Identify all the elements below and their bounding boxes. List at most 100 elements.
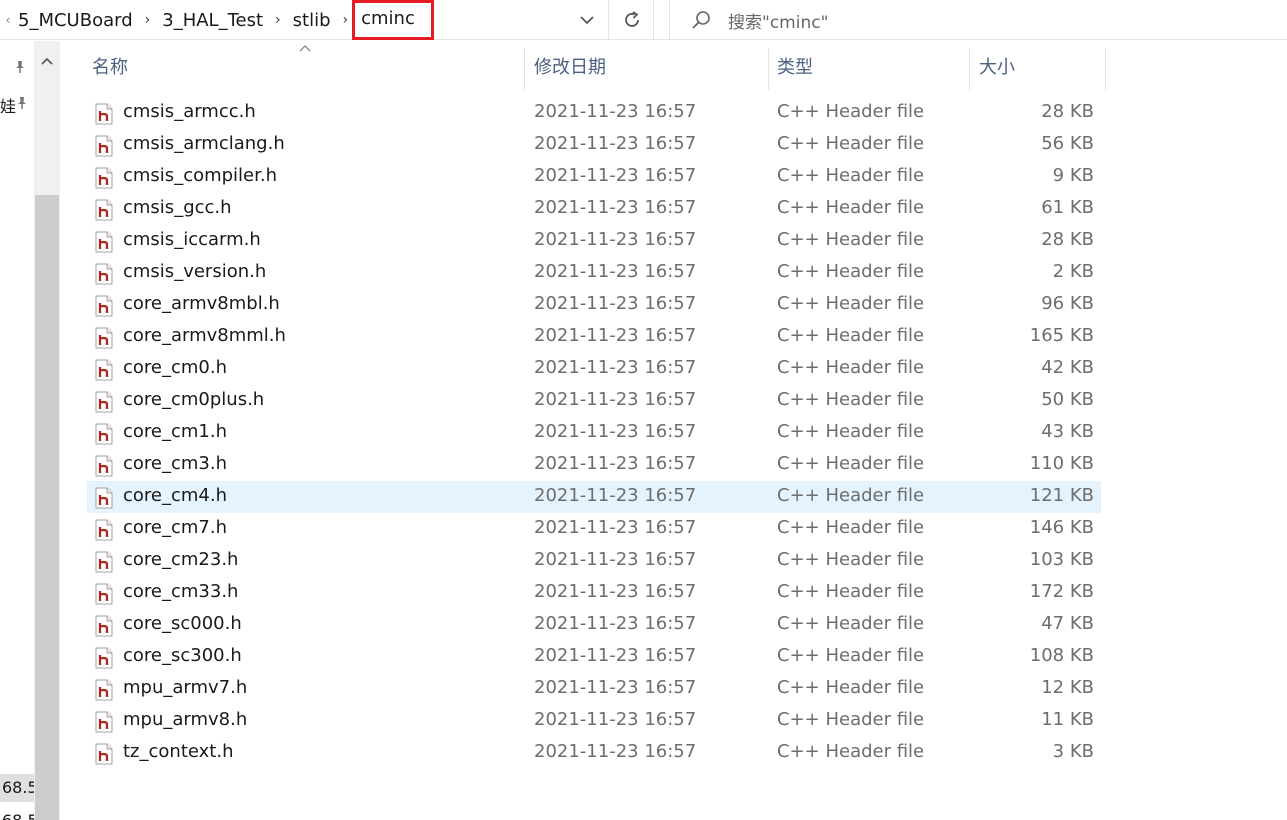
file-row[interactable]: core_cm7.h 2021-11-23 16:57 C++ Header f… [87, 513, 1101, 545]
file-row[interactable]: core_cm3.h 2021-11-23 16:57 C++ Header f… [87, 449, 1101, 481]
file-modified-date: 2021-11-23 16:57 [534, 549, 697, 570]
chevron-right-icon[interactable]: › [137, 12, 159, 28]
column-header-date[interactable]: 修改日期 [526, 48, 768, 90]
file-name: core_cm4.h [123, 485, 228, 506]
file-row[interactable]: tz_context.h 2021-11-23 16:57 C++ Header… [87, 737, 1101, 769]
file-type: C++ Header file [777, 293, 925, 314]
file-row[interactable]: cmsis_armcc.h 2021-11-23 16:57 C++ Heade… [87, 97, 1101, 129]
column-header-name[interactable]: 名称 [84, 48, 524, 90]
file-size: 12 KB [1041, 677, 1094, 698]
column-header-row: 名称 修改日期 类型 大小 [60, 45, 1287, 90]
refresh-icon [625, 11, 639, 27]
file-row[interactable]: core_armv8mbl.h 2021-11-23 16:57 C++ Hea… [87, 289, 1101, 321]
column-divider[interactable] [969, 48, 970, 90]
cpp-header-file-icon [95, 583, 113, 605]
breadcrumb-item-3-hal-test[interactable]: 3_HAL_Test [158, 10, 267, 31]
file-size: 28 KB [1041, 101, 1094, 122]
file-row[interactable]: core_cm0.h 2021-11-23 16:57 C++ Header f… [87, 353, 1101, 385]
file-row[interactable]: core_cm4.h 2021-11-23 16:57 C++ Header f… [87, 481, 1101, 513]
nav-value[interactable]: 68.5 [0, 774, 34, 802]
file-size: 96 KB [1041, 293, 1094, 314]
file-row[interactable]: core_sc000.h 2021-11-23 16:57 C++ Header… [87, 609, 1101, 641]
file-type: C++ Header file [777, 485, 925, 506]
file-row[interactable]: cmsis_compiler.h 2021-11-23 16:57 C++ He… [87, 161, 1101, 193]
file-type: C++ Header file [777, 421, 925, 442]
file-row[interactable]: core_armv8mml.h 2021-11-23 16:57 C++ Hea… [87, 321, 1101, 353]
chevron-left-icon[interactable]: ‹ [2, 13, 14, 27]
scroll-up-button[interactable] [34, 51, 60, 71]
file-name: cmsis_version.h [123, 261, 267, 282]
file-size: 3 KB [1052, 741, 1094, 762]
cpp-header-file-icon [95, 423, 113, 445]
search-placeholder: 搜索"cminc" [728, 12, 829, 33]
file-type: C++ Header file [777, 261, 925, 282]
cpp-header-file-icon [95, 391, 113, 413]
toolbar-divider [653, 0, 654, 40]
file-name: core_sc000.h [123, 613, 242, 634]
file-modified-date: 2021-11-23 16:57 [534, 133, 697, 154]
breadcrumb[interactable]: ‹ 5_MCUBoard › 3_HAL_Test › stlib › cmin… [0, 0, 608, 40]
file-type: C++ Header file [777, 645, 925, 666]
file-size: 11 KB [1041, 709, 1094, 730]
column-header-size[interactable]: 大小 [971, 48, 1105, 90]
search-icon [692, 11, 710, 29]
file-type: C++ Header file [777, 133, 925, 154]
file-row[interactable]: mpu_armv7.h 2021-11-23 16:57 C++ Header … [87, 673, 1101, 705]
file-size: 121 KB [1029, 485, 1094, 506]
file-type: C++ Header file [777, 357, 925, 378]
column-divider[interactable] [524, 48, 525, 90]
file-name: core_cm23.h [123, 549, 239, 570]
chevron-right-icon[interactable]: › [267, 12, 289, 28]
file-modified-date: 2021-11-23 16:57 [534, 165, 697, 186]
file-size: 146 KB [1029, 517, 1094, 538]
cpp-header-file-icon [95, 519, 113, 541]
file-modified-date: 2021-11-23 16:57 [534, 101, 697, 122]
breadcrumb-item-cminc[interactable]: cminc [352, 0, 434, 40]
file-modified-date: 2021-11-23 16:57 [534, 197, 697, 218]
column-divider[interactable] [1105, 48, 1106, 90]
cpp-header-file-icon [95, 551, 113, 573]
column-header-type[interactable]: 类型 [769, 48, 969, 90]
file-type: C++ Header file [777, 709, 925, 730]
file-size: 172 KB [1029, 581, 1094, 602]
file-modified-date: 2021-11-23 16:57 [534, 645, 697, 666]
nav-scrollbar[interactable] [34, 41, 60, 820]
cpp-header-file-icon [95, 199, 113, 221]
file-size: 56 KB [1041, 133, 1094, 154]
file-row[interactable]: core_cm1.h 2021-11-23 16:57 C++ Header f… [87, 417, 1101, 449]
breadcrumb-item-stlib[interactable]: stlib [289, 10, 335, 31]
nav-value[interactable]: 68.5 [0, 808, 38, 820]
file-row[interactable]: cmsis_gcc.h 2021-11-23 16:57 C++ Header … [87, 193, 1101, 225]
scrollbar-thumb[interactable] [35, 195, 59, 820]
file-name: cmsis_iccarm.h [123, 229, 261, 250]
file-name: cmsis_armclang.h [123, 133, 285, 154]
file-name: core_sc300.h [123, 645, 242, 666]
pin-icon[interactable] [12, 59, 28, 75]
file-modified-date: 2021-11-23 16:57 [534, 229, 697, 250]
file-row[interactable]: core_cm33.h 2021-11-23 16:57 C++ Header … [87, 577, 1101, 609]
file-row[interactable]: mpu_armv8.h 2021-11-23 16:57 C++ Header … [87, 705, 1101, 737]
file-modified-date: 2021-11-23 16:57 [534, 389, 697, 410]
file-row[interactable]: core_cm0plus.h 2021-11-23 16:57 C++ Head… [87, 385, 1101, 417]
file-row[interactable]: cmsis_iccarm.h 2021-11-23 16:57 C++ Head… [87, 225, 1101, 257]
cpp-header-file-icon [95, 295, 113, 317]
file-row[interactable]: cmsis_armclang.h 2021-11-23 16:57 C++ He… [87, 129, 1101, 161]
file-type: C++ Header file [777, 453, 925, 474]
file-type: C++ Header file [777, 165, 925, 186]
search-input[interactable]: 搜索"cminc" [669, 0, 1287, 40]
file-row[interactable]: core_sc300.h 2021-11-23 16:57 C++ Header… [87, 641, 1101, 673]
refresh-button[interactable] [612, 0, 652, 40]
address-dropdown-button[interactable] [574, 0, 600, 40]
file-row[interactable]: core_cm23.h 2021-11-23 16:57 C++ Header … [87, 545, 1101, 577]
cpp-header-file-icon [95, 743, 113, 765]
cpp-header-file-icon [95, 615, 113, 637]
file-modified-date: 2021-11-23 16:57 [534, 453, 697, 474]
file-name: core_cm1.h [123, 421, 228, 442]
cpp-header-file-icon [95, 231, 113, 253]
breadcrumb-item-5-mcuboard[interactable]: 5_MCUBoard [14, 10, 137, 31]
pin-icon[interactable] [14, 95, 30, 111]
file-size: 9 KB [1052, 165, 1094, 186]
cpp-header-file-icon [95, 327, 113, 349]
file-row[interactable]: cmsis_version.h 2021-11-23 16:57 C++ Hea… [87, 257, 1101, 289]
file-name: core_cm0.h [123, 357, 228, 378]
